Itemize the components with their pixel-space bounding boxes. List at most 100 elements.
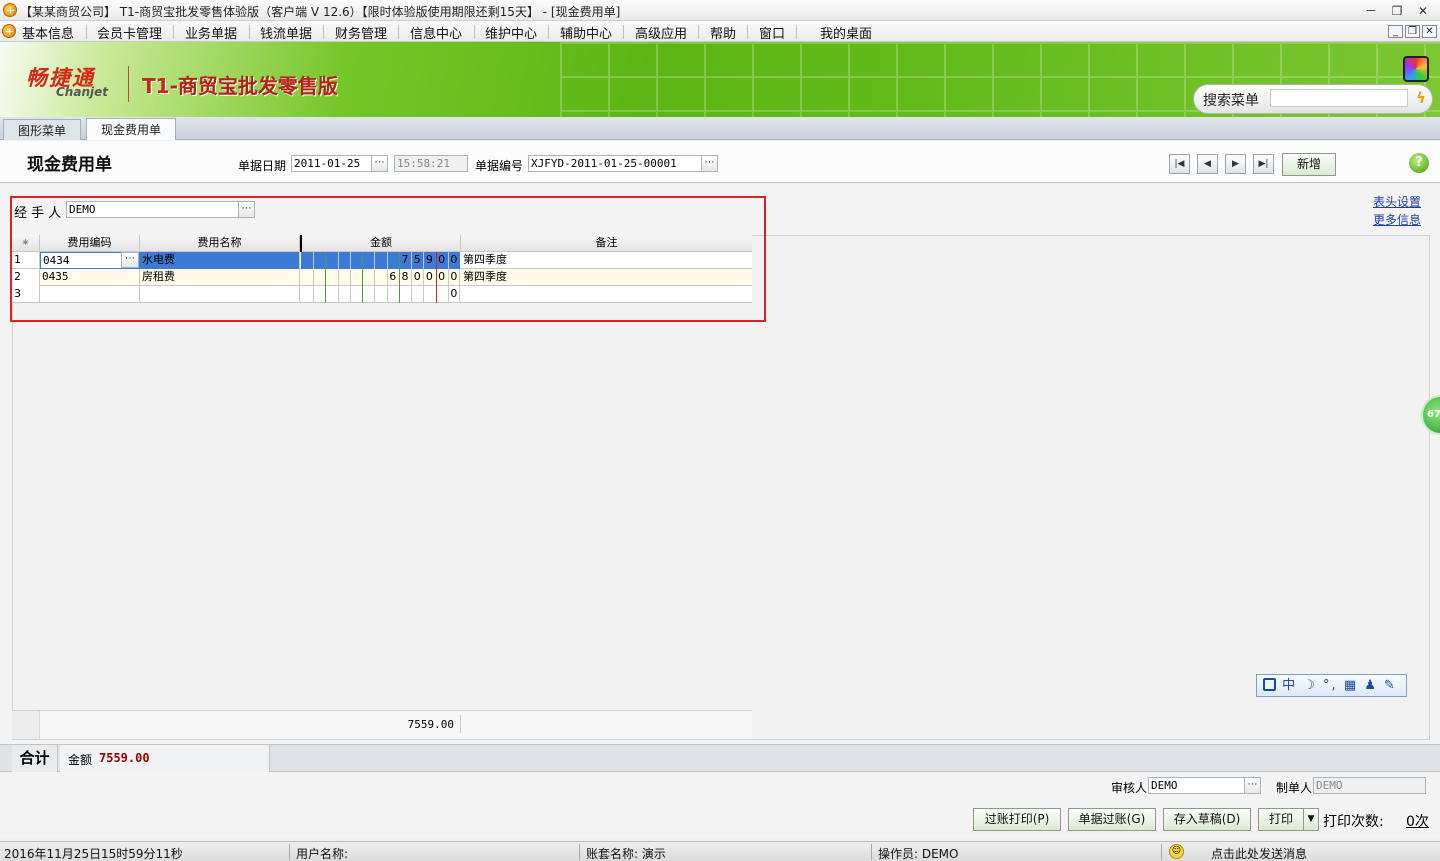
ime-logo-icon[interactable] (1263, 678, 1276, 691)
status-separator (289, 844, 290, 860)
status-date: 2016年11月25日 (4, 847, 102, 861)
next-record-icon[interactable]: ▶ (1225, 154, 1246, 174)
mdi-minimize-icon[interactable]: _ (1388, 25, 1403, 38)
number-input[interactable]: XJFYD-2011-01-25-00001 (528, 155, 702, 172)
content-area: 经 手 人 DEMO ⋯ 表头设置 更多信息 ⁕ 费用编码 费用名称 金额 备注… (0, 184, 1440, 744)
total-row-marker (12, 711, 40, 739)
first-record-icon[interactable]: |◀ (1169, 154, 1190, 174)
post-document-button[interactable]: 单据过账(G) (1068, 808, 1156, 831)
menu-advanced[interactable]: 高级应用 (635, 23, 687, 42)
more-info-link[interactable]: 更多信息 (1373, 211, 1421, 228)
maker-input: DEMO (1313, 777, 1426, 794)
product-prefix: T1 (142, 74, 170, 98)
tab-graphic-menu[interactable]: 图形菜单 (3, 119, 82, 140)
date-picker-button[interactable]: ⋯ (371, 155, 388, 172)
auditor-input[interactable]: DEMO (1148, 777, 1245, 794)
summary-amount-box: 金额 7559.00 (60, 745, 270, 772)
ime-status[interactable]: 中 ☽ °, ▦ ♟ ✎ (1282, 678, 1397, 693)
lightning-icon[interactable]: ϟ (1412, 88, 1430, 108)
save-draft-button[interactable]: 存入草稿(D) (1163, 808, 1251, 831)
menu-separator (398, 25, 399, 39)
menu-separator (623, 25, 624, 39)
auditor-label: 审核人 (1111, 781, 1148, 795)
number-picker-button[interactable]: ⋯ (701, 155, 718, 172)
status-bar: 2016年11月25日 15时59分11秒 用户名称: 账套名称: 演示 操作员… (0, 841, 1440, 861)
menu-auxiliary[interactable]: 辅助中心 (560, 23, 612, 42)
date-label: 单据日期 (238, 159, 287, 173)
menu-separator (323, 25, 324, 39)
title-bar: 【某某商贸公司】 T1-商贸宝批发零售体验版（客户端 V 12.6）【限时体验版… (0, 0, 1440, 21)
menu-my-desktop[interactable]: 我的桌面 (820, 23, 872, 42)
status-operator: 操作员: DEMO (878, 847, 959, 861)
skin-icon[interactable] (1403, 56, 1429, 82)
search-menu-box: 搜索菜单 ϟ (1193, 84, 1433, 114)
mdi-close-icon[interactable]: ✕ (1422, 25, 1437, 38)
menu-help[interactable]: 帮助 (710, 23, 736, 42)
minimize-icon[interactable]: － (1362, 4, 1380, 18)
app-icon (3, 3, 17, 17)
number-label: 单据编号 (475, 159, 524, 173)
menu-bar: 基本信息 会员卡管理 业务单据 钱流单据 财务管理 信息中心 维护中心 辅助中心… (0, 21, 1440, 42)
restore-icon[interactable]: ❐ (1388, 4, 1406, 18)
post-and-print-button[interactable]: 过账打印(P) (973, 808, 1061, 831)
menu-separator (747, 25, 748, 39)
help-icon[interactable]: ? (1409, 153, 1429, 173)
menu-business-docs[interactable]: 业务单据 (185, 23, 237, 42)
logo-divider (128, 66, 129, 102)
menu-separator (796, 25, 797, 39)
menu-separator (86, 25, 87, 39)
search-menu-label: 搜索菜单 (1203, 93, 1259, 109)
close-icon[interactable]: ✕ (1414, 4, 1432, 18)
product-name: T1-商贸宝批发零售版 (142, 70, 338, 99)
maker-label: 制单人 (1276, 781, 1313, 795)
menu-separator (249, 25, 250, 39)
status-separator (1161, 844, 1162, 860)
status-message[interactable]: 点击此处发送消息 (1211, 845, 1307, 861)
menu-maintenance[interactable]: 维护中心 (485, 23, 537, 42)
tab-bar: 图形菜单 现金费用单 (0, 117, 1440, 140)
total-divider (460, 715, 461, 733)
ime-toolbar[interactable]: 中 ☽ °, ▦ ♟ ✎ (1256, 674, 1407, 697)
status-account: 账套名称: 演示 (586, 847, 666, 861)
status-time: 15时59分11秒 (101, 847, 183, 861)
print-count-value: 0次 (1406, 814, 1429, 830)
status-separator (579, 844, 580, 860)
brand-logo-en: Chanjet (56, 85, 108, 99)
prev-record-icon[interactable]: ◀ (1197, 154, 1218, 174)
last-record-icon[interactable]: ▶| (1253, 154, 1274, 174)
grid-total-amount: 7559.00 (407, 718, 454, 731)
new-button[interactable]: 新增 (1282, 153, 1336, 176)
header-settings-link[interactable]: 表头设置 (1373, 193, 1421, 210)
menu-separator (698, 25, 699, 39)
menu-info-center[interactable]: 信息中心 (410, 23, 462, 42)
mdi-restore-icon[interactable]: ❐ (1405, 25, 1420, 38)
menu-member-card[interactable]: 会员卡管理 (97, 23, 162, 42)
menu-money-docs[interactable]: 钱流单据 (260, 23, 312, 42)
menu-separator (548, 25, 549, 39)
product-title: -商贸宝批发零售版 (169, 74, 338, 98)
menu-basic-info[interactable]: 基本信息 (22, 23, 74, 42)
print-count-label: 打印次数: (1323, 814, 1384, 830)
footer-panel: 审核人 DEMO ⋯ 制单人 DEMO 过账打印(P) 单据过账(G) 存入草稿… (0, 772, 1440, 838)
menu-app-icon[interactable] (2, 24, 16, 38)
summary-amount-label: 金额 (68, 753, 93, 767)
auditor-picker-button[interactable]: ⋯ (1244, 777, 1261, 794)
time-input: 15:58:21 (394, 155, 468, 172)
menu-separator (474, 25, 475, 39)
page-title: 现金费用单 (27, 155, 112, 174)
menu-separator (173, 25, 174, 39)
print-dropdown-icon[interactable]: ▼ (1303, 808, 1319, 831)
summary-amount-value: 7559.00 (99, 751, 150, 765)
print-button[interactable]: 打印 (1258, 808, 1304, 831)
highlight-box (10, 196, 766, 322)
grid-total-row: 7559.00 (12, 710, 752, 739)
tab-cash-expense[interactable]: 现金费用单 (86, 118, 177, 140)
banner: 畅捷通 Chanjet T1-商贸宝批发零售版 搜索菜单 ϟ (0, 42, 1440, 117)
search-menu-input[interactable] (1270, 89, 1408, 107)
date-input[interactable]: 2011-01-25 (291, 155, 372, 172)
menu-finance[interactable]: 财务管理 (335, 23, 387, 42)
smiley-icon[interactable]: ☺ (1169, 844, 1184, 859)
summary-label: 合计 (12, 745, 58, 772)
menu-window[interactable]: 窗口 (759, 23, 785, 42)
window-title: 【某某商贸公司】 T1-商贸宝批发零售体验版（客户端 V 12.6）【限时体验版… (20, 5, 621, 19)
